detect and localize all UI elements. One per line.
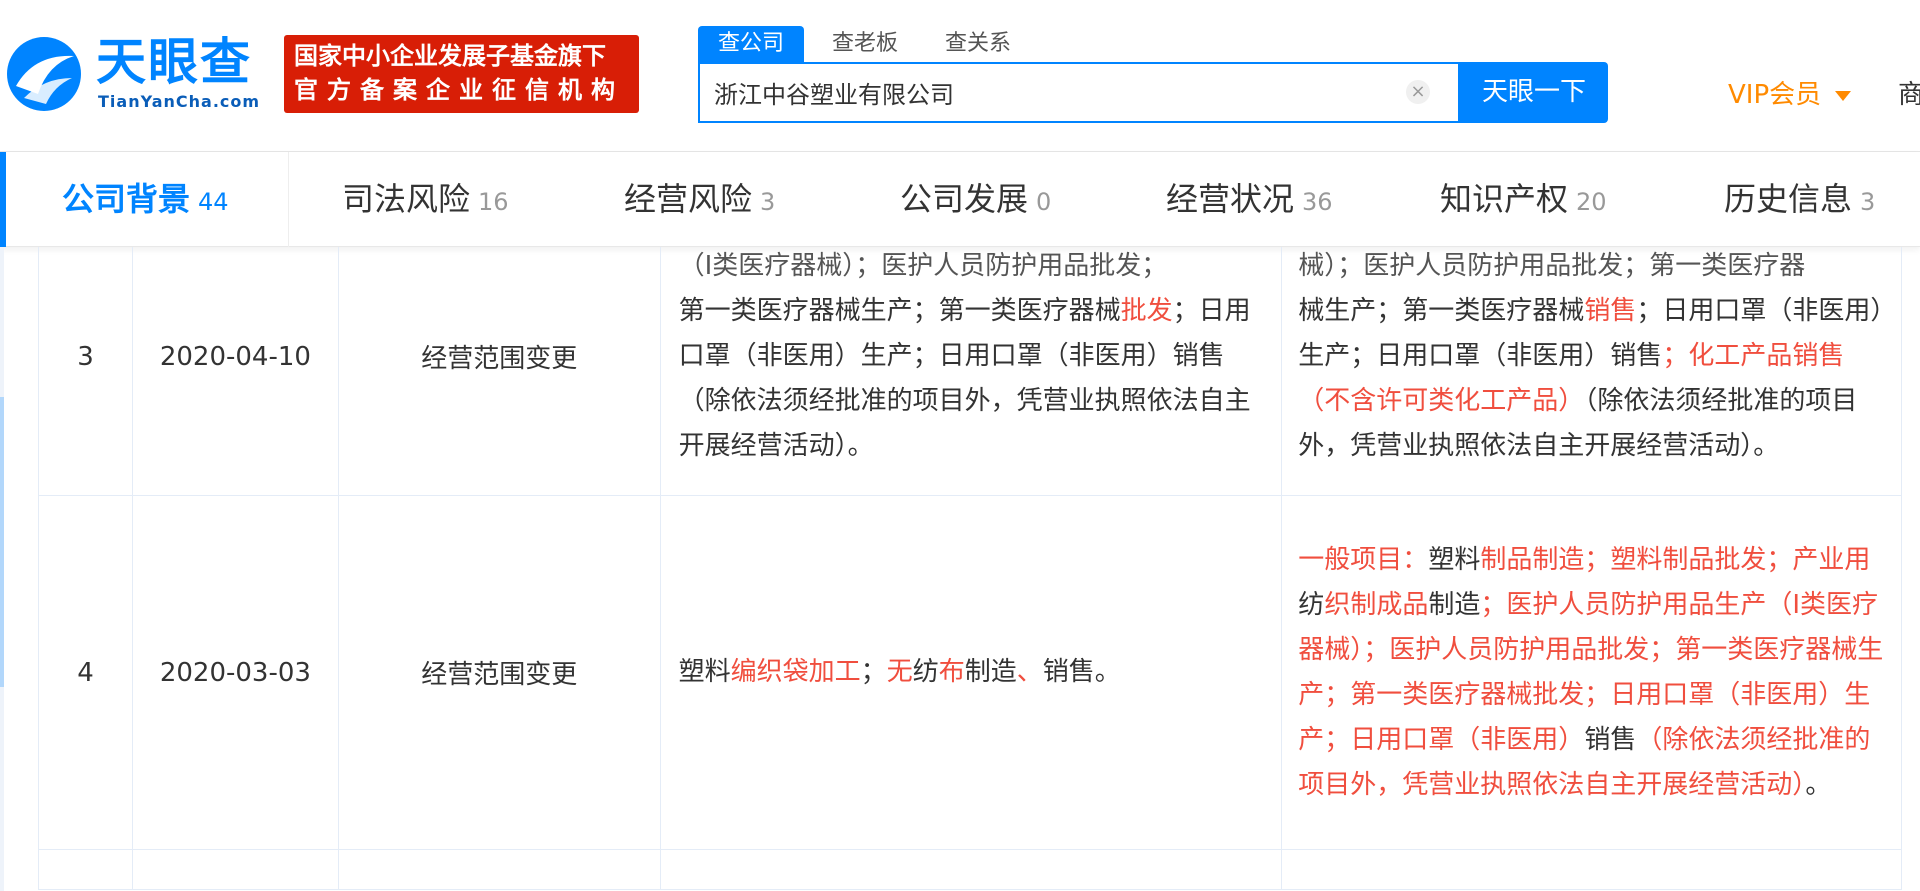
badge-line-2: 官方备案企业征信机构 [294, 76, 624, 104]
search-button[interactable]: 天眼一下 [1460, 62, 1608, 123]
logo-mark-icon [7, 37, 81, 111]
change-date: 2020-03-03 [131, 495, 339, 850]
tab-judicial-risk[interactable]: 司法风险 16 [342, 152, 509, 247]
search-input[interactable] [714, 64, 1394, 121]
table-row: 3 2020-04-10 经营范围变更 （Ⅰ类医疗器械）；医护人员防护用品批发；… [38, 247, 1902, 496]
tab-label: 经营风险 [624, 180, 753, 218]
tab-search-relation[interactable]: 查关系 [945, 26, 1011, 62]
highlighted-text: 布 [938, 657, 965, 687]
vip-member-menu[interactable]: VIP会员 [1728, 74, 1852, 111]
content-after-text: 械生产；第一类医疗器械销售；日用口罩（非医用）生产；日用口罩（非医用）销售；化工… [1298, 289, 1887, 469]
page-left-accent [0, 397, 4, 687]
tab-label: 公司发展 [900, 180, 1029, 218]
caret-down-icon [1835, 90, 1852, 101]
nav-divider [288, 152, 289, 247]
text-segment: ； [860, 657, 887, 687]
tab-count: 44 [198, 188, 229, 216]
tab-history-info[interactable]: 历史信息 3 [1724, 152, 1875, 247]
text-segment: 械生产；第一类医疗器械 [1298, 296, 1585, 326]
tab-count: 3 [1860, 188, 1876, 216]
change-item: 经营范围变更 [337, 495, 661, 850]
content-after: 械）；医护人员防护用品批发；第一类医疗器 械生产；第一类医疗器械销售；日用口罩（… [1281, 247, 1902, 496]
content-before-text: 第一类医疗器械生产；第一类医疗器械批发；日用口罩（非医用）生产；日用口罩（非医用… [679, 289, 1264, 469]
content-after: 一般项目：塑料制品制造；塑料制品批发；产业用纺织制成品制造；医护人员防护用品生产… [1281, 495, 1902, 850]
text-segment: 销售 [1584, 724, 1637, 755]
page-left-edge [0, 247, 4, 891]
logo-domain: TianYanCha.com [98, 92, 261, 111]
text-segment: 纺 [1298, 589, 1325, 620]
content-after [1281, 849, 1902, 890]
clear-icon[interactable]: × [1406, 80, 1430, 104]
tab-label: 历史信息 [1724, 180, 1853, 218]
content-after-clipped-line: 械）；医护人员防护用品批发；第一类医疗器 [1298, 251, 1806, 281]
highlighted-text: 编织袋加工 [730, 657, 861, 687]
tab-count: 36 [1302, 188, 1333, 216]
text-segment: 塑料 [1428, 544, 1481, 575]
content-before: （Ⅰ类医疗器械）；医护人员防护用品批发； 第一类医疗器械生产；第一类医疗器械批发… [659, 247, 1283, 496]
text-segment: 销售。 [1042, 657, 1121, 687]
tab-operation-risk[interactable]: 经营风险 3 [624, 152, 775, 247]
highlighted-text: 销售 [1584, 296, 1637, 326]
tab-company-background[interactable]: 公司背景 44 [62, 152, 229, 247]
tab-search-company[interactable]: 查公司 [698, 26, 805, 62]
table-row: 4 2020-03-03 经营范围变更 塑料编织袋加工；无纺布制造、销售。 一般… [38, 495, 1902, 850]
text-segment: 第一类医疗器械生产；第一类医疗器械 [678, 296, 1121, 326]
search-box: × [698, 62, 1460, 123]
header-menu-cut[interactable]: 商 [1898, 74, 1920, 111]
nav-active-indicator [0, 152, 6, 247]
change-item [337, 849, 661, 890]
tab-count: 3 [760, 188, 776, 216]
tab-label: 公司背景 [62, 180, 191, 218]
section-nav: 公司背景 44 司法风险 16 经营风险 3 公司发展 0 经营状况 36 知识产权 20 … [0, 152, 1920, 247]
change-record-table: 3 2020-04-10 经营范围变更 （Ⅰ类医疗器械）；医护人员防护用品批发；… [38, 247, 1902, 890]
official-badge: 国家中小企业发展子基金旗下 官方备案企业征信机构 [284, 35, 639, 113]
tab-operation-status[interactable]: 经营状况 36 [1166, 152, 1333, 247]
content-before-clipped-line: （Ⅰ类医疗器械）；医护人员防护用品批发； [678, 251, 1168, 281]
highlighted-text: 织制成品 [1324, 589, 1429, 620]
tab-count: 20 [1576, 188, 1607, 216]
content-before: 塑料编织袋加工；无纺布制造、销售。 [659, 495, 1283, 850]
highlighted-text: 批发 [1120, 296, 1173, 326]
text-segment: 塑料 [678, 657, 731, 687]
table-row [38, 849, 1902, 890]
tab-count: 0 [1036, 188, 1052, 216]
highlighted-text: 无 [886, 657, 913, 687]
change-date: 2020-04-10 [131, 247, 339, 496]
badge-line-1: 国家中小企业发展子基金旗下 [294, 42, 606, 70]
row-number [38, 849, 133, 890]
change-item: 经营范围变更 [337, 247, 661, 496]
tianyancha-logo[interactable]: 天眼查 TianYanCha.com [4, 30, 266, 114]
change-record-table-viewport[interactable]: 3 2020-04-10 经营范围变更 （Ⅰ类医疗器械）；医护人员防护用品批发；… [38, 247, 1902, 891]
tab-label: 司法风险 [342, 180, 471, 218]
text-segment: 纺 [912, 657, 939, 687]
vip-label: VIP会员 [1728, 80, 1822, 110]
content-after-text: 一般项目：塑料制品制造；塑料制品批发；产业用纺织制成品制造；医护人员防护用品生产… [1298, 538, 1887, 808]
row-number: 4 [38, 495, 133, 850]
tab-count: 16 [478, 188, 509, 216]
top-header: 天眼查 TianYanCha.com 国家中小企业发展子基金旗下 官方备案企业征… [0, 0, 1920, 152]
highlighted-text: 制品制造；塑料制品批发；产业用 [1480, 544, 1871, 575]
row-number: 3 [38, 247, 133, 496]
highlighted-text: 一般项目： [1298, 544, 1429, 575]
highlighted-text: 、 [1016, 657, 1043, 687]
tab-label: 经营状况 [1166, 180, 1295, 218]
change-date [131, 849, 339, 890]
text-segment: 。 [1805, 769, 1832, 800]
text-segment: 制造 [964, 657, 1017, 687]
content-before [659, 849, 1283, 890]
tab-intellectual-property[interactable]: 知识产权 20 [1440, 152, 1607, 247]
content-before-text: 塑料编织袋加工；无纺布制造、销售。 [679, 650, 1264, 695]
tab-company-development[interactable]: 公司发展 0 [900, 152, 1051, 247]
logo-text: 天眼查 [96, 33, 252, 91]
tab-label: 知识产权 [1440, 180, 1569, 218]
tab-search-boss[interactable]: 查老板 [832, 26, 898, 62]
text-segment: 制造 [1428, 589, 1481, 620]
